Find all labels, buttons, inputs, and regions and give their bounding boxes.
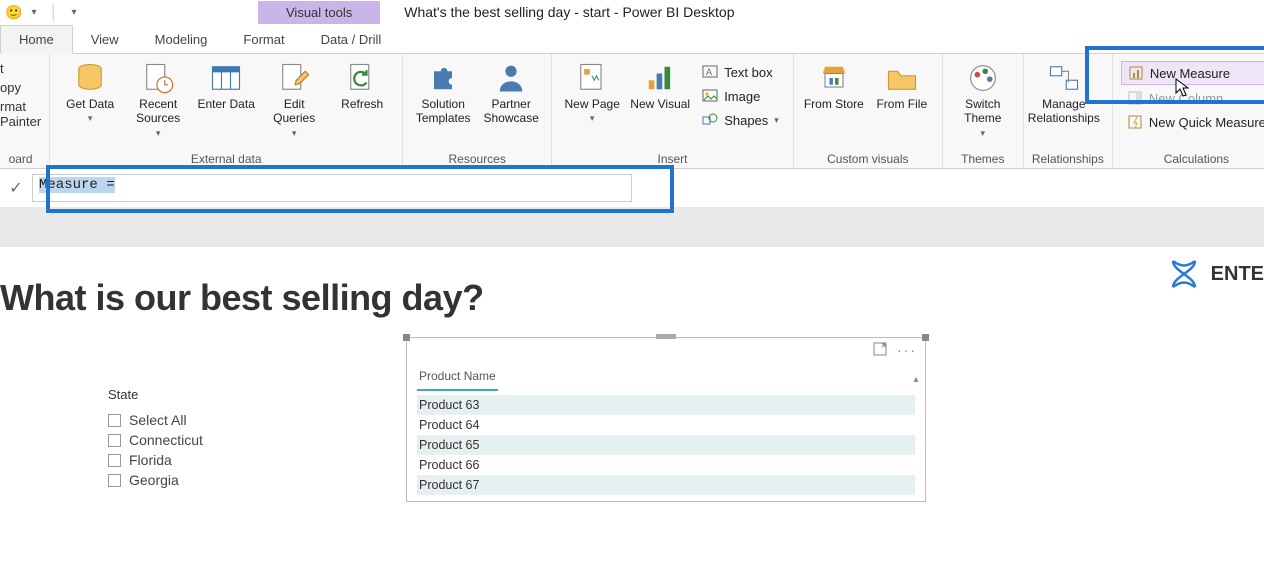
report-canvas[interactable]: What is our best selling day? ENTE State… bbox=[0, 247, 1264, 587]
shapes-icon bbox=[702, 112, 718, 128]
window-title: What's the best selling day - start - Po… bbox=[404, 4, 734, 20]
slicer-item[interactable]: Connecticut bbox=[108, 430, 288, 450]
refresh-icon bbox=[344, 61, 380, 95]
copy-button[interactable]: opy bbox=[0, 80, 41, 95]
state-slicer[interactable]: State Select All Connecticut Florida Geo… bbox=[108, 387, 288, 490]
slicer-item[interactable]: Florida bbox=[108, 450, 288, 470]
switch-theme-button[interactable]: Switch Theme bbox=[951, 57, 1015, 143]
cut-button[interactable]: t bbox=[0, 61, 41, 76]
quick-measure-icon bbox=[1127, 114, 1143, 130]
table-row[interactable]: Product 67 bbox=[417, 475, 915, 495]
more-options-icon[interactable]: ··· bbox=[897, 342, 917, 359]
puzzle-icon bbox=[425, 61, 461, 95]
scroll-up-icon[interactable]: ▴ bbox=[909, 374, 923, 385]
bar-chart-icon bbox=[642, 61, 678, 95]
recent-sources-button[interactable]: Recent Sources bbox=[126, 57, 190, 143]
image-button[interactable]: Image bbox=[696, 85, 785, 107]
image-icon bbox=[702, 88, 718, 104]
table-row[interactable]: Product 64 bbox=[417, 415, 915, 435]
brand-logo: ENTE bbox=[1167, 257, 1264, 291]
relationship-icon bbox=[1046, 61, 1082, 95]
text-box-button[interactable]: A Text box bbox=[696, 61, 785, 83]
group-label-clipboard: oard bbox=[0, 150, 41, 166]
slicer-item[interactable]: Select All bbox=[108, 410, 288, 430]
refresh-button[interactable]: Refresh bbox=[330, 57, 394, 115]
new-column-button[interactable]: New Column bbox=[1121, 87, 1264, 109]
enter-data-button[interactable]: Enter Data bbox=[194, 57, 258, 115]
get-data-button[interactable]: Get Data bbox=[58, 57, 122, 128]
document-clock-icon bbox=[140, 61, 176, 95]
document-pencil-icon bbox=[276, 61, 312, 95]
tab-data-drill[interactable]: Data / Drill bbox=[303, 26, 400, 53]
focus-mode-icon[interactable] bbox=[873, 342, 887, 359]
solution-templates-button[interactable]: Solution Templates bbox=[411, 57, 475, 130]
manage-relationships-button[interactable]: Manage Relationships bbox=[1032, 57, 1096, 130]
ribbon-tabs: Home View Modeling Format Data / Drill bbox=[0, 24, 1264, 54]
group-label-calculations: Calculations bbox=[1121, 150, 1264, 166]
checkbox-icon[interactable] bbox=[108, 454, 121, 467]
checkbox-icon[interactable] bbox=[108, 474, 121, 487]
from-file-button[interactable]: From File bbox=[870, 57, 934, 115]
formula-bar: ✓ Measure = bbox=[0, 169, 1264, 207]
measure-icon bbox=[1128, 65, 1144, 81]
scrollbar[interactable]: ▴ bbox=[909, 374, 923, 497]
title-bar: 🙂 ▾ │ ▾ Visual tools What's the best sel… bbox=[0, 0, 1264, 24]
formula-input[interactable]: Measure = bbox=[32, 174, 632, 202]
checkbox-icon[interactable] bbox=[108, 434, 121, 447]
from-store-button[interactable]: From Store bbox=[802, 57, 866, 115]
store-icon bbox=[816, 61, 852, 95]
new-measure-button[interactable]: New Measure bbox=[1121, 61, 1264, 85]
group-label-resources: Resources bbox=[411, 150, 543, 166]
group-label-custom: Custom visuals bbox=[802, 150, 934, 166]
slicer-title: State bbox=[108, 387, 288, 402]
new-visual-button[interactable]: New Visual bbox=[628, 57, 692, 115]
group-label-themes: Themes bbox=[951, 150, 1015, 166]
textbox-icon: A bbox=[702, 64, 718, 80]
group-label-relationships: Relationships bbox=[1032, 150, 1104, 166]
slicer-item[interactable]: Georgia bbox=[108, 470, 288, 490]
edit-queries-button[interactable]: Edit Queries bbox=[262, 57, 326, 143]
dropdown-icon[interactable]: ▾ bbox=[26, 4, 42, 20]
contextual-tab-label: Visual tools bbox=[258, 1, 380, 24]
tab-format[interactable]: Format bbox=[225, 26, 302, 53]
svg-text:A: A bbox=[706, 67, 712, 77]
new-quick-measure-button[interactable]: New Quick Measure bbox=[1121, 111, 1264, 133]
checkbox-icon[interactable] bbox=[108, 414, 121, 427]
tab-view[interactable]: View bbox=[73, 26, 137, 53]
shapes-button[interactable]: Shapes bbox=[696, 109, 785, 131]
smiley-icon[interactable]: 🙂 bbox=[6, 4, 22, 20]
column-icon bbox=[1127, 90, 1143, 106]
tab-home[interactable]: Home bbox=[0, 25, 73, 54]
separator-icon: │ bbox=[46, 4, 62, 20]
ribbon: t opy rmat Painter oard Get Data Recent … bbox=[0, 54, 1264, 169]
format-painter-button[interactable]: rmat Painter bbox=[0, 99, 41, 129]
dna-icon bbox=[1167, 257, 1201, 291]
table-row[interactable]: Product 63 bbox=[417, 395, 915, 415]
table-row[interactable]: Product 65 bbox=[417, 435, 915, 455]
table-row[interactable]: Product 66 bbox=[417, 455, 915, 475]
qat-overflow-icon[interactable]: ▾ bbox=[66, 4, 82, 20]
new-page-button[interactable]: New Page bbox=[560, 57, 624, 128]
person-icon bbox=[493, 61, 529, 95]
canvas-background bbox=[0, 207, 1264, 247]
group-label-external: External data bbox=[58, 150, 394, 166]
report-title: What is our best selling day? bbox=[0, 277, 1264, 319]
cylinder-icon bbox=[72, 61, 108, 95]
commit-check-icon[interactable]: ✓ bbox=[0, 178, 32, 198]
palette-icon bbox=[965, 61, 1001, 95]
folder-icon bbox=[884, 61, 920, 95]
group-label-insert: Insert bbox=[560, 150, 785, 166]
partner-showcase-button[interactable]: Partner Showcase bbox=[479, 57, 543, 130]
product-table-visual[interactable]: ··· Product Name Product 63 Product 64 P… bbox=[406, 337, 926, 502]
table-icon bbox=[208, 61, 244, 95]
column-header[interactable]: Product Name bbox=[417, 363, 498, 391]
tab-modeling[interactable]: Modeling bbox=[137, 26, 226, 53]
page-sparkle-icon bbox=[574, 61, 610, 95]
